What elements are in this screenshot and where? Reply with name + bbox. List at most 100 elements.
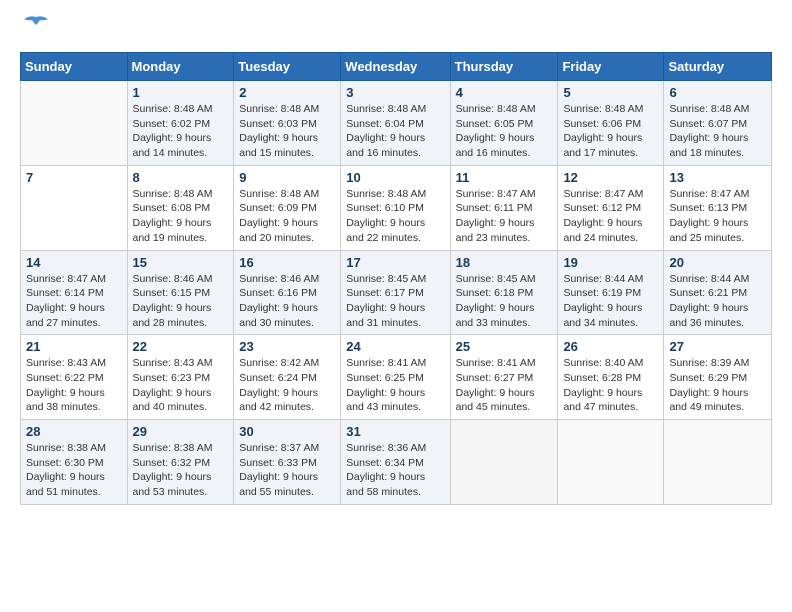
day-number: 13 — [669, 170, 766, 185]
day-info: Sunrise: 8:41 AMSunset: 6:27 PMDaylight:… — [456, 356, 553, 415]
calendar-cell: 19 Sunrise: 8:44 AMSunset: 6:19 PMDayligh… — [558, 250, 664, 335]
day-number: 30 — [239, 424, 335, 439]
day-number: 27 — [669, 339, 766, 354]
calendar-row: 1 Sunrise: 8:48 AMSunset: 6:02 PMDaylight… — [21, 81, 772, 166]
calendar-cell: 22Sunrise: 8:43 AMSunset: 6:23 PMDayligh… — [127, 335, 234, 420]
logo-bird-icon — [22, 15, 50, 37]
page-header — [20, 20, 772, 42]
day-number: 12 — [563, 170, 658, 185]
day-number: 23 — [239, 339, 335, 354]
day-info: Sunrise: 8:37 AMSunset: 6:33 PMDaylight:… — [239, 441, 335, 500]
calendar-cell: 6 Sunrise: 8:48 AMSunset: 6:07 PMDaylight… — [664, 81, 772, 166]
day-info: Sunrise: 8:43 AMSunset: 6:22 PMDaylight:… — [26, 356, 122, 415]
day-number: 21 — [26, 339, 122, 354]
day-number: 19 — [563, 255, 658, 270]
calendar-cell: 12Sunrise: 8:47 AMSunset: 6:12 PMDayligh… — [558, 165, 664, 250]
calendar-row: 28 Sunrise: 8:38 AMSunset: 6:30 PMDayligh… — [21, 420, 772, 505]
day-info: Sunrise: 8:44 AMSunset: 6:21 PMDaylight:… — [669, 272, 766, 331]
day-info: Sunrise: 8:47 AMSunset: 6:13 PMDaylight:… — [669, 187, 766, 246]
day-info: Sunrise: 8:38 AMSunset: 6:30 PMDaylight:… — [26, 441, 122, 500]
calendar-cell: 14 Sunrise: 8:47 AMSunset: 6:14 PMDayligh… — [21, 250, 128, 335]
day-number: 17 — [346, 255, 444, 270]
calendar-cell: 24 Sunrise: 8:41 AMSunset: 6:25 PMDayligh… — [341, 335, 450, 420]
day-number: 4 — [456, 85, 553, 100]
calendar-cell — [664, 420, 772, 505]
day-number: 2 — [239, 85, 335, 100]
day-info: Sunrise: 8:48 AMSunset: 6:06 PMDaylight:… — [563, 102, 658, 161]
day-number: 29 — [133, 424, 229, 439]
day-info: Sunrise: 8:45 AMSunset: 6:17 PMDaylight:… — [346, 272, 444, 331]
calendar-cell: 10 Sunrise: 8:48 AMSunset: 6:10 PMDayligh… — [341, 165, 450, 250]
calendar-cell: 9Sunrise: 8:48 AMSunset: 6:09 PMDaylight… — [234, 165, 341, 250]
calendar-cell — [450, 420, 558, 505]
calendar-row: 14 Sunrise: 8:47 AMSunset: 6:14 PMDayligh… — [21, 250, 772, 335]
day-number: 1 — [133, 85, 229, 100]
calendar-cell: 13 Sunrise: 8:47 AMSunset: 6:13 PMDayligh… — [664, 165, 772, 250]
day-number: 5 — [563, 85, 658, 100]
calendar-cell: 5 Sunrise: 8:48 AMSunset: 6:06 PMDaylight… — [558, 81, 664, 166]
day-number: 11 — [456, 170, 553, 185]
day-info: Sunrise: 8:48 AMSunset: 6:02 PMDaylight:… — [133, 102, 229, 161]
calendar-cell: 20 Sunrise: 8:44 AMSunset: 6:21 PMDayligh… — [664, 250, 772, 335]
calendar-cell: 30 Sunrise: 8:37 AMSunset: 6:33 PMDayligh… — [234, 420, 341, 505]
day-info: Sunrise: 8:44 AMSunset: 6:19 PMDaylight:… — [563, 272, 658, 331]
day-number: 8 — [133, 170, 229, 185]
day-number: 25 — [456, 339, 553, 354]
calendar-cell: 25 Sunrise: 8:41 AMSunset: 6:27 PMDayligh… — [450, 335, 558, 420]
day-info: Sunrise: 8:46 AMSunset: 6:15 PMDaylight:… — [133, 272, 229, 331]
day-number: 9 — [239, 170, 335, 185]
weekday-header-cell: Thursday — [450, 53, 558, 81]
calendar-cell: 2 Sunrise: 8:48 AMSunset: 6:03 PMDaylight… — [234, 81, 341, 166]
calendar-table: SundayMondayTuesdayWednesdayThursdayFrid… — [20, 52, 772, 505]
day-info: Sunrise: 8:41 AMSunset: 6:25 PMDaylight:… — [346, 356, 444, 415]
weekday-header-cell: Sunday — [21, 53, 128, 81]
calendar-cell — [558, 420, 664, 505]
day-info: Sunrise: 8:48 AMSunset: 6:07 PMDaylight:… — [669, 102, 766, 161]
weekday-header-cell: Monday — [127, 53, 234, 81]
day-info: Sunrise: 8:48 AMSunset: 6:03 PMDaylight:… — [239, 102, 335, 161]
calendar-cell: 31Sunrise: 8:36 AMSunset: 6:34 PMDayligh… — [341, 420, 450, 505]
calendar-row: 78Sunrise: 8:48 AMSunset: 6:08 PMDayligh… — [21, 165, 772, 250]
weekday-header-cell: Tuesday — [234, 53, 341, 81]
day-info: Sunrise: 8:46 AMSunset: 6:16 PMDaylight:… — [239, 272, 335, 331]
day-number: 28 — [26, 424, 122, 439]
day-info: Sunrise: 8:39 AMSunset: 6:29 PMDaylight:… — [669, 356, 766, 415]
calendar-cell: 7 — [21, 165, 128, 250]
day-info: Sunrise: 8:36 AMSunset: 6:34 PMDaylight:… — [346, 441, 444, 500]
calendar-cell: 1 Sunrise: 8:48 AMSunset: 6:02 PMDaylight… — [127, 81, 234, 166]
day-number: 18 — [456, 255, 553, 270]
calendar-row: 21 Sunrise: 8:43 AMSunset: 6:22 PMDayligh… — [21, 335, 772, 420]
calendar-cell: 21 Sunrise: 8:43 AMSunset: 6:22 PMDayligh… — [21, 335, 128, 420]
day-info: Sunrise: 8:48 AMSunset: 6:05 PMDaylight:… — [456, 102, 553, 161]
day-info: Sunrise: 8:43 AMSunset: 6:23 PMDaylight:… — [133, 356, 229, 415]
calendar-cell: 8Sunrise: 8:48 AMSunset: 6:08 PMDaylight… — [127, 165, 234, 250]
weekday-header-cell: Saturday — [664, 53, 772, 81]
weekday-header-cell: Wednesday — [341, 53, 450, 81]
day-number: 10 — [346, 170, 444, 185]
day-info: Sunrise: 8:47 AMSunset: 6:11 PMDaylight:… — [456, 187, 553, 246]
calendar-cell: 28 Sunrise: 8:38 AMSunset: 6:30 PMDayligh… — [21, 420, 128, 505]
day-number: 24 — [346, 339, 444, 354]
calendar-cell: 26 Sunrise: 8:40 AMSunset: 6:28 PMDayligh… — [558, 335, 664, 420]
day-info: Sunrise: 8:48 AMSunset: 6:04 PMDaylight:… — [346, 102, 444, 161]
day-info: Sunrise: 8:48 AMSunset: 6:10 PMDaylight:… — [346, 187, 444, 246]
weekday-header-cell: Friday — [558, 53, 664, 81]
day-number: 26 — [563, 339, 658, 354]
calendar-cell: 27 Sunrise: 8:39 AMSunset: 6:29 PMDayligh… — [664, 335, 772, 420]
calendar-cell: 23Sunrise: 8:42 AMSunset: 6:24 PMDayligh… — [234, 335, 341, 420]
day-number: 20 — [669, 255, 766, 270]
day-info: Sunrise: 8:45 AMSunset: 6:18 PMDaylight:… — [456, 272, 553, 331]
day-number: 6 — [669, 85, 766, 100]
weekday-header-row: SundayMondayTuesdayWednesdayThursdayFrid… — [21, 53, 772, 81]
day-info: Sunrise: 8:40 AMSunset: 6:28 PMDaylight:… — [563, 356, 658, 415]
day-info: Sunrise: 8:47 AMSunset: 6:14 PMDaylight:… — [26, 272, 122, 331]
calendar-cell: 18 Sunrise: 8:45 AMSunset: 6:18 PMDayligh… — [450, 250, 558, 335]
calendar-cell: 17 Sunrise: 8:45 AMSunset: 6:17 PMDayligh… — [341, 250, 450, 335]
day-number: 3 — [346, 85, 444, 100]
calendar-cell: 4 Sunrise: 8:48 AMSunset: 6:05 PMDaylight… — [450, 81, 558, 166]
calendar-cell: 15Sunrise: 8:46 AMSunset: 6:15 PMDayligh… — [127, 250, 234, 335]
calendar-cell: 29 Sunrise: 8:38 AMSunset: 6:32 PMDayligh… — [127, 420, 234, 505]
day-info: Sunrise: 8:38 AMSunset: 6:32 PMDaylight:… — [133, 441, 229, 500]
logo — [20, 20, 50, 42]
day-number: 14 — [26, 255, 122, 270]
